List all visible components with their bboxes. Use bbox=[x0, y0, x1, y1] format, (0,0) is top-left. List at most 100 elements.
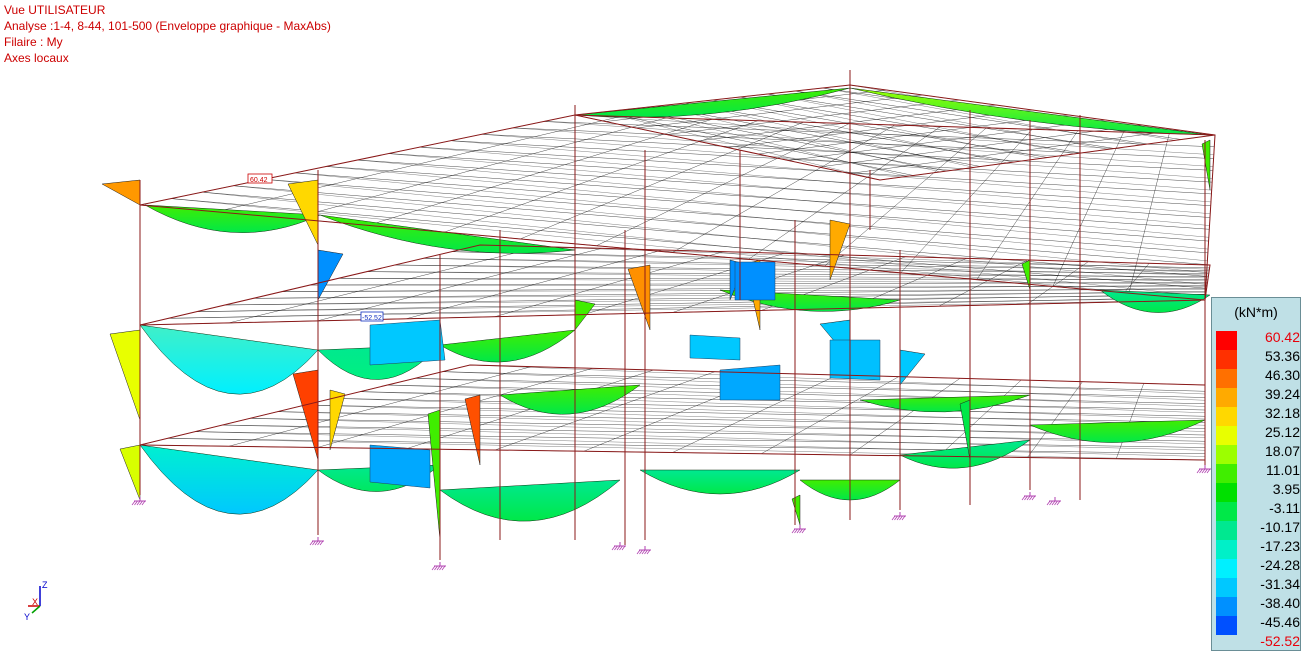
legend-swatch bbox=[1216, 616, 1237, 635]
legend-swatch bbox=[1216, 502, 1237, 521]
legend-value: -17.23 bbox=[1260, 538, 1300, 554]
mesh-line bbox=[388, 153, 1210, 226]
beam-moment-diagram bbox=[439, 479, 621, 522]
legend-value: -52.52 bbox=[1260, 633, 1300, 649]
column-moment-diagram bbox=[899, 349, 926, 386]
legend-row: -52.52 bbox=[1216, 633, 1300, 654]
legend-value: -45.46 bbox=[1260, 614, 1300, 630]
beam-moment-diagram bbox=[639, 469, 801, 495]
beam-moment-diagram bbox=[139, 444, 319, 515]
legend-swatch bbox=[1216, 464, 1237, 483]
legend-value: -31.34 bbox=[1260, 576, 1300, 592]
mesh-line bbox=[332, 398, 1206, 426]
mesh-line bbox=[450, 140, 1213, 183]
wall-panel bbox=[689, 334, 741, 361]
legend-swatch bbox=[1216, 578, 1237, 597]
mesh-line bbox=[481, 134, 1213, 171]
column-moment-diagram bbox=[791, 494, 801, 526]
beam-moment-diagram bbox=[499, 384, 641, 415]
mesh-line bbox=[479, 244, 1210, 270]
beam-moment-diagram bbox=[859, 394, 1031, 413]
z-axis-label: Z bbox=[42, 580, 48, 590]
wall-panel bbox=[369, 444, 431, 489]
legend-value: -38.40 bbox=[1260, 595, 1300, 611]
legend-swatch bbox=[1216, 350, 1237, 369]
legend-swatch bbox=[1216, 369, 1237, 388]
beam-moment-diagram bbox=[899, 439, 1031, 469]
legend-value: 46.30 bbox=[1264, 367, 1300, 383]
column-moment-diagram bbox=[292, 369, 319, 461]
beam-moment-diagram bbox=[574, 87, 851, 118]
beam-moment-diagram bbox=[319, 214, 576, 254]
mesh-line bbox=[167, 438, 1206, 461]
column-moment-diagram bbox=[627, 264, 651, 331]
mesh-line bbox=[849, 129, 1179, 174]
wall-panel bbox=[734, 261, 776, 301]
mesh-line bbox=[512, 127, 1213, 179]
legend-swatch bbox=[1216, 521, 1237, 540]
legend-unit: (kN*m) bbox=[1234, 304, 1278, 320]
mesh-line bbox=[359, 391, 1206, 420]
mesh-line bbox=[900, 129, 1033, 273]
mesh-line bbox=[168, 299, 1206, 319]
mesh-line bbox=[264, 179, 1207, 273]
wall-panel bbox=[829, 339, 881, 381]
slab-mesh bbox=[139, 84, 1216, 461]
legend-value: 18.07 bbox=[1264, 443, 1300, 459]
legend-value: 3.95 bbox=[1272, 481, 1300, 497]
mesh-line bbox=[1128, 133, 1170, 294]
mesh-line bbox=[1116, 383, 1144, 459]
column-moment-diagram bbox=[464, 394, 481, 466]
column-moment-diagram bbox=[109, 329, 141, 421]
column-moment-diagram bbox=[101, 179, 141, 206]
legend-value: -24.28 bbox=[1260, 557, 1300, 573]
legend-value: 32.18 bbox=[1264, 405, 1300, 421]
legend-swatch bbox=[1216, 445, 1237, 464]
legend-value: 25.12 bbox=[1264, 424, 1300, 440]
min-value-label: -52.52 bbox=[362, 315, 382, 322]
legend-swatch bbox=[1216, 540, 1237, 559]
mesh-line bbox=[657, 105, 941, 173]
axis-triad: Z X Y bbox=[24, 580, 48, 622]
y-axis-label: Y bbox=[24, 612, 30, 622]
x-axis-label: X bbox=[32, 597, 38, 607]
column-moment-diagram bbox=[1201, 139, 1211, 191]
legend-value: -3.11 bbox=[1269, 500, 1300, 516]
legend-swatch bbox=[1216, 597, 1237, 616]
color-scale-legend: (kN*m) 60.42 53.36 46.30 39.24 32.18 25.12 18.… bbox=[1211, 297, 1301, 651]
column-moment-diagram bbox=[829, 219, 851, 281]
y-axis-arrow bbox=[31, 605, 41, 614]
mesh-line bbox=[794, 90, 1149, 145]
mesh-line bbox=[1027, 381, 1083, 458]
mesh-line bbox=[450, 140, 1211, 203]
beam-moment-diagram bbox=[439, 329, 576, 363]
max-value-label: 60.42 bbox=[250, 177, 268, 184]
wall-panel bbox=[719, 364, 781, 401]
max-value-annotation: 60.42 bbox=[247, 173, 273, 184]
mesh-line bbox=[824, 127, 987, 267]
mesh-line bbox=[394, 264, 1209, 279]
column-moment-diagram bbox=[317, 249, 344, 301]
legend-swatch bbox=[1216, 388, 1237, 407]
legend-swatch bbox=[1216, 426, 1237, 445]
min-value-annotation: -52.52 bbox=[360, 311, 384, 322]
column-moment-diagram bbox=[119, 444, 141, 501]
mesh-line bbox=[788, 119, 1106, 161]
wall-panel bbox=[369, 319, 446, 366]
moment-diagrams bbox=[101, 87, 1211, 541]
legend-value: 60.42 bbox=[1264, 329, 1300, 345]
structure-3d-view[interactable]: 60.42 -52.52 bbox=[0, 0, 1303, 653]
column-moment-diagram bbox=[287, 179, 319, 246]
legend-value: 39.24 bbox=[1264, 386, 1300, 402]
beam-moment-diagram bbox=[1029, 419, 1206, 443]
mesh-line bbox=[684, 102, 974, 168]
mesh-line bbox=[757, 114, 1070, 155]
mesh-line bbox=[233, 185, 1206, 285]
legend-value: -10.17 bbox=[1260, 519, 1300, 535]
legend-swatch bbox=[1216, 483, 1237, 502]
legend-value: 11.01 bbox=[1266, 462, 1300, 478]
mesh-line bbox=[976, 130, 1079, 280]
legend-value: 53.36 bbox=[1264, 348, 1300, 364]
beam-moment-diagram bbox=[139, 324, 319, 395]
legend-swatch bbox=[1216, 559, 1237, 578]
